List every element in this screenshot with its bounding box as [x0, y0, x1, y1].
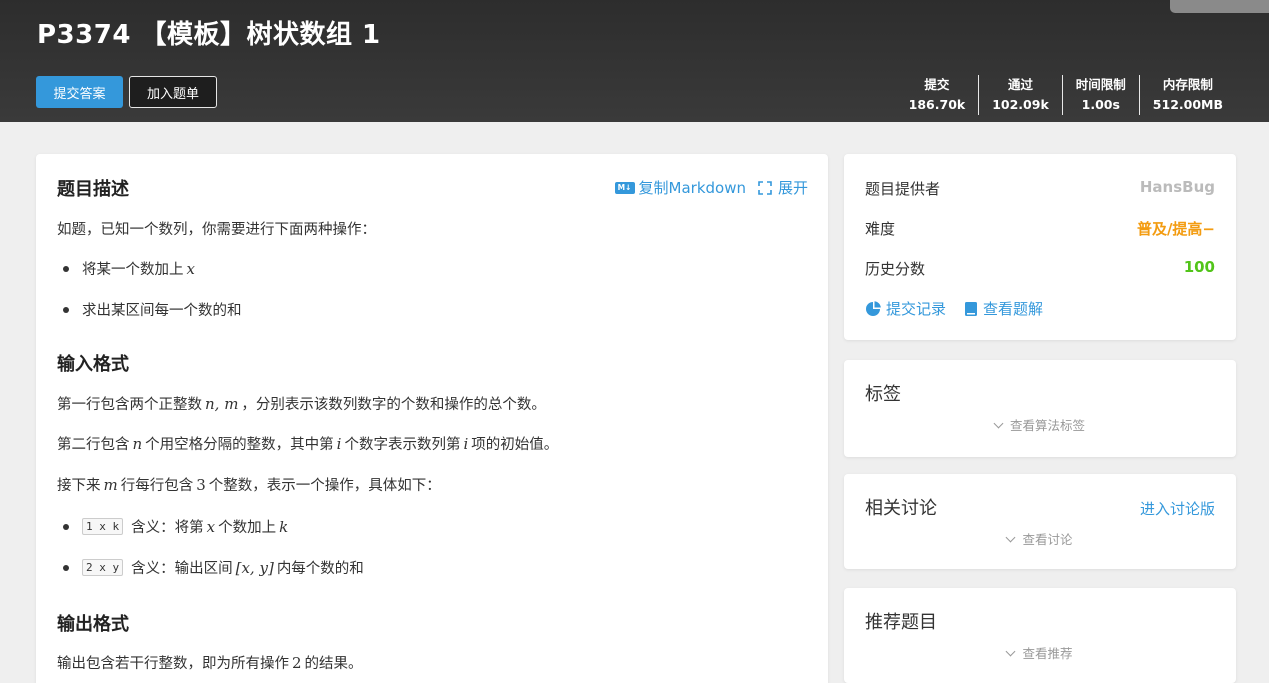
code-snippet: 2 x y: [82, 559, 124, 576]
input-line-1: 第一行包含两个正整数 n, m ，分别表示该数列数字的个数和操作的总个数。: [57, 395, 546, 413]
input-line-2: 第二行包含 n 个用空格分隔的整数，其中第 i 个数字表示数列第 i 项的初始值。: [57, 435, 559, 453]
difficulty-row: 难度 普及/提高−: [865, 218, 1215, 239]
input-operation-item: 1 x k 含义：将第 x 个数加上 k: [63, 516, 291, 537]
input-line-3: 接下来 m 行每行包含 3 个整数，表示一个操作，具体如下：: [57, 476, 441, 494]
submission-records-link[interactable]: 提交记录: [865, 298, 946, 319]
problem-stats: 提交 186.70k 通过 102.09k 时间限制 1.00s 内存限制 51…: [896, 75, 1236, 115]
corner-tab[interactable]: [1170, 0, 1269, 13]
submission-records-label: 提交记录: [886, 300, 947, 318]
view-solutions-label: 查看题解: [983, 300, 1044, 318]
stat-value: 102.09k: [992, 97, 1049, 112]
provider-value[interactable]: HansBug: [1140, 178, 1215, 199]
chevron-down-icon: [1006, 646, 1016, 657]
output-line: 输出包含若干行整数，即为所有操作 2 的结果。: [57, 654, 363, 672]
provider-row: 题目提供者 HansBug: [865, 178, 1215, 199]
page-title: P3374 【模板】树状数组 1: [37, 20, 381, 50]
enter-discussion-link[interactable]: 进入讨论版: [1140, 498, 1215, 519]
markdown-icon: M↓: [614, 181, 635, 194]
description-intro: 如题，已知一个数列，你需要进行下面两种操作：: [57, 222, 376, 238]
problem-content-card: 题目描述 M↓ 复制Markdown 展开 如题，已知一个数列，你需要进行下面两…: [36, 154, 828, 683]
provider-label: 题目提供者: [865, 180, 941, 198]
stat-accepted: 通过 102.09k: [979, 75, 1063, 115]
stat-label: 内存限制: [1162, 77, 1213, 92]
submit-answer-button[interactable]: 提交答案: [36, 76, 123, 108]
add-to-list-button[interactable]: 加入题单: [129, 76, 217, 108]
input-format-heading: 输入格式: [57, 354, 129, 375]
description-heading: 题目描述: [57, 179, 129, 200]
book-icon: [965, 301, 978, 316]
history-score-row: 历史分数 100: [865, 258, 1215, 279]
problem-header: P3374 【模板】树状数组 1 提交答案 加入题单 提交 186.70k 通过…: [0, 0, 1269, 122]
recommend-card: 推荐题目 查看推荐: [844, 588, 1236, 683]
history-score-label: 历史分数: [865, 260, 926, 278]
expand-button[interactable]: 展开: [758, 177, 808, 198]
recommend-title: 推荐题目: [865, 612, 937, 633]
show-discussion-button[interactable]: 查看讨论: [844, 529, 1236, 548]
tags-card: 标签 查看算法标签: [844, 360, 1236, 457]
copy-markdown-label: 复制Markdown: [638, 179, 746, 197]
output-format-heading: 输出格式: [57, 614, 129, 635]
stat-submissions: 提交 186.70k: [896, 75, 980, 115]
stat-value: 512.00MB: [1152, 97, 1223, 112]
show-recommend-button[interactable]: 查看推荐: [844, 643, 1236, 662]
content-tools: M↓ 复制Markdown 展开: [603, 177, 808, 198]
chevron-down-icon: [1006, 532, 1016, 543]
code-snippet: 1 x k: [82, 518, 124, 535]
tags-title: 标签: [865, 384, 901, 405]
info-links: 提交记录 查看题解: [865, 298, 1061, 319]
history-score-value: 100: [1183, 258, 1215, 276]
stat-label: 通过: [1007, 77, 1033, 92]
operation-item: 将某一个数加上 x: [63, 258, 198, 279]
discussion-card: 相关讨论 进入讨论版 查看讨论: [844, 474, 1236, 569]
discussion-title: 相关讨论: [865, 498, 937, 519]
stat-time-limit: 时间限制 1.00s: [1063, 75, 1140, 115]
stat-memory-limit: 内存限制 512.00MB: [1140, 75, 1236, 115]
difficulty-value: 普及/提高−: [1136, 220, 1215, 238]
operation-item: 求出某区间每一个数的和: [63, 299, 242, 320]
chevron-down-icon: [993, 418, 1004, 429]
input-operation-item: 2 x y 含义：输出区间 [x, y] 内每个数的和: [63, 557, 364, 578]
pie-chart-icon: [866, 300, 881, 316]
expand-icon: [758, 180, 772, 195]
stat-label: 提交: [924, 77, 950, 92]
expand-label: 展开: [777, 179, 808, 197]
problem-info-card: 题目提供者 HansBug 难度 普及/提高− 历史分数 100 提交记录 查看…: [844, 154, 1236, 340]
stat-value: 186.70k: [908, 97, 966, 112]
difficulty-label: 难度: [865, 220, 896, 238]
view-solutions-link[interactable]: 查看题解: [964, 298, 1043, 319]
show-tags-button[interactable]: 查看算法标签: [844, 415, 1236, 434]
copy-markdown-button[interactable]: M↓ 复制Markdown: [614, 177, 746, 198]
stat-label: 时间限制: [1075, 77, 1126, 92]
stat-value: 1.00s: [1081, 97, 1120, 112]
